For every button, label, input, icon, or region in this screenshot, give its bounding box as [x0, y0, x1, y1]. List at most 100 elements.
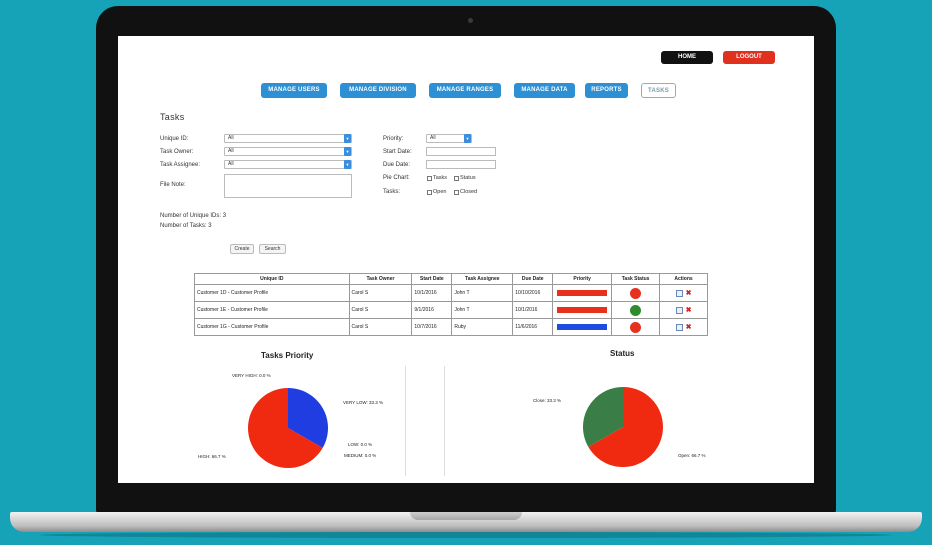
due-date-cell: 11/6/2016	[512, 318, 554, 336]
nav-manage-users[interactable]: MANAGE USERS	[261, 83, 327, 98]
pie-label-open: Open: 66.7 %	[678, 453, 706, 458]
tasks-label: Tasks:	[383, 189, 401, 195]
tasks-open-text: Open	[433, 189, 447, 195]
chart-divider	[405, 366, 406, 476]
tasks-closed-checkbox[interactable]: Closed	[454, 189, 477, 195]
edit-icon[interactable]	[675, 306, 683, 314]
priority-cell	[552, 301, 613, 319]
due-date-label: Due Date:	[383, 162, 411, 168]
nav-tasks[interactable]: TASKS	[641, 83, 676, 98]
laptop-shadow	[40, 532, 892, 538]
logout-button[interactable]: LOGOUT	[723, 51, 775, 64]
column-header[interactable]: Start Date	[411, 273, 453, 285]
owner-cell: Carol S	[348, 318, 413, 336]
checkbox-icon	[454, 189, 459, 195]
app-screen: HOME LOGOUT MANAGE USERS MANAGE DIVISION…	[118, 36, 814, 483]
status-pie-chart	[583, 387, 663, 467]
chevron-down-icon: ▼	[344, 134, 351, 143]
table-row[interactable]: Customer 1D - Customer Profile Carol S 10/…	[194, 284, 708, 302]
status-cell	[611, 301, 661, 319]
table-header-row: Unique ID Task Owner Start Date Task Ass…	[194, 273, 708, 285]
task-owner-label: Task Owner:	[160, 149, 194, 155]
unique-id-cell: Customer 1D - Customer Profile	[194, 284, 350, 302]
checkbox-icon	[427, 189, 432, 195]
assignee-cell: John T	[451, 301, 514, 319]
column-header[interactable]: Unique ID	[194, 273, 350, 285]
tasks-open-checkbox[interactable]: Open	[427, 189, 446, 195]
assignee-cell: Ruby	[451, 318, 514, 336]
start-date-cell: 9/1/2016	[411, 301, 453, 319]
chevron-down-icon: ▼	[344, 160, 351, 169]
start-date-cell: 10/7/2016	[411, 318, 453, 336]
pie-label-very-low: VERY LOW: 33.3 %	[343, 400, 384, 405]
nav-reports[interactable]: REPORTS	[585, 83, 628, 98]
edit-icon[interactable]	[675, 289, 683, 297]
pie-tasks-text: Tasks	[433, 175, 448, 181]
priority-bar	[557, 307, 608, 313]
column-header: Actions	[659, 273, 708, 285]
owner-cell: Carol S	[348, 301, 413, 319]
edit-icon[interactable]	[675, 323, 683, 331]
create-button[interactable]: Create	[230, 244, 254, 254]
checkbox-icon	[454, 175, 459, 181]
home-button[interactable]: HOME	[661, 51, 713, 64]
column-header[interactable]: Task Status	[611, 273, 661, 285]
nav-manage-division[interactable]: MANAGE DIVISION	[340, 83, 416, 98]
delete-icon[interactable]: ✖	[686, 290, 692, 297]
column-header[interactable]: Priority	[552, 273, 613, 285]
pie-label-very-high: VERY HIGH: 0.0 %	[232, 373, 271, 378]
pie-status-checkbox[interactable]: Status	[454, 175, 476, 181]
table-row[interactable]: Customer 1E - Customer Profile Carol S 9/1…	[194, 301, 708, 319]
due-date-cell: 10/1/2016	[512, 301, 554, 319]
delete-icon[interactable]: ✖	[686, 307, 692, 314]
unique-id-cell: Customer 1G - Customer Profile	[194, 318, 350, 336]
main-nav: MANAGE USERS MANAGE DIVISION MANAGE RANG…	[118, 83, 814, 99]
tasks-table: Unique ID Task Owner Start Date Task Ass…	[194, 273, 708, 336]
camera-icon	[468, 18, 473, 23]
file-note-label: File Note:	[160, 182, 186, 188]
laptop-notch	[410, 512, 522, 520]
task-assignee-select[interactable]: All ▼	[224, 160, 352, 169]
priority-cell	[552, 284, 613, 302]
pie-label-medium: MEDIUM: 0.0 %	[344, 453, 377, 458]
status-cell	[611, 318, 661, 336]
tasks-closed-text: Closed	[460, 189, 478, 195]
owner-cell: Carol S	[348, 284, 413, 302]
column-header[interactable]: Task Owner	[348, 273, 413, 285]
column-header[interactable]: Due Date	[512, 273, 554, 285]
chevron-down-icon: ▼	[464, 134, 471, 143]
assignee-cell: John T	[451, 284, 514, 302]
chart-divider	[444, 366, 445, 476]
search-button[interactable]: Search	[259, 244, 286, 254]
checkbox-icon	[427, 175, 432, 181]
delete-icon[interactable]: ✖	[686, 324, 692, 331]
priority-bar	[557, 290, 608, 296]
pie-status-text: Status	[460, 175, 476, 181]
pie-tasks-checkbox[interactable]: Tasks	[427, 175, 447, 181]
nav-manage-ranges[interactable]: MANAGE RANGES	[429, 83, 501, 98]
unique-id-label: Unique ID:	[160, 136, 189, 142]
pie-chart-label: Pie Chart:	[383, 175, 410, 181]
pie-label-close: Close: 33.3 %	[533, 398, 562, 403]
actions-cell: ✖	[659, 318, 708, 336]
pie-label-low: LOW: 0.0 %	[348, 442, 373, 447]
start-date-input[interactable]	[426, 147, 496, 156]
priority-select[interactable]: All ▼	[426, 134, 472, 143]
row-actions: ✖	[662, 289, 705, 297]
column-header[interactable]: Task Assignee	[451, 273, 514, 285]
priority-pie-chart	[248, 388, 328, 468]
status-indicator	[630, 321, 642, 333]
task-owner-select[interactable]: All ▼	[224, 147, 352, 156]
status-indicator	[630, 287, 642, 299]
priority-value: All	[430, 135, 436, 141]
nav-manage-data[interactable]: MANAGE DATA	[514, 83, 575, 98]
status-chart-title: Status	[610, 349, 635, 358]
due-date-input[interactable]	[426, 160, 496, 169]
priority-cell	[552, 318, 613, 336]
table-row[interactable]: Customer 1G - Customer Profile Carol S 10/…	[194, 318, 708, 336]
due-date-cell: 10/10/2016	[512, 284, 554, 302]
unique-id-select[interactable]: All ▼	[224, 134, 352, 143]
priority-bar	[557, 324, 608, 330]
start-date-label: Start Date:	[383, 149, 412, 155]
file-note-textarea[interactable]	[224, 174, 352, 198]
